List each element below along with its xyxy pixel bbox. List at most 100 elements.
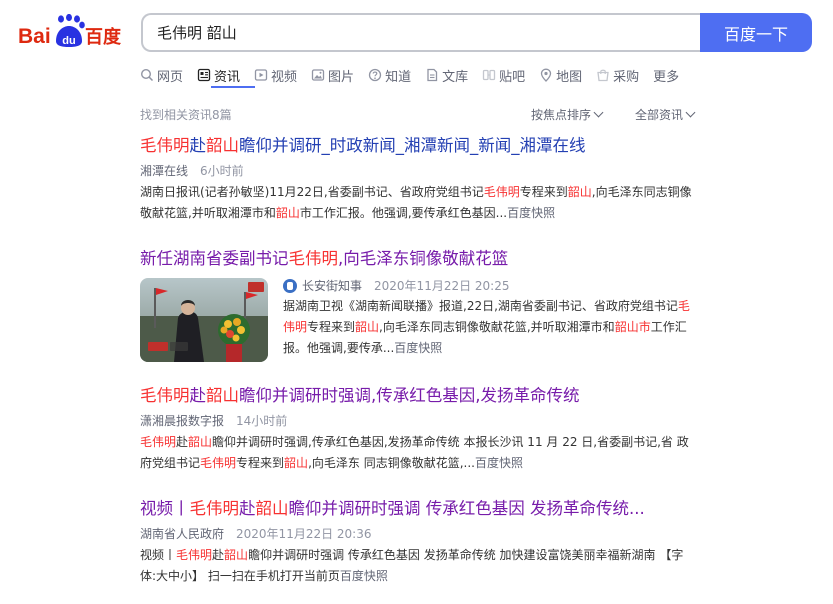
tab-tieba[interactable]: 贴吧 [482, 66, 525, 85]
title-text: 赴 [189, 386, 207, 405]
abstract-text: 专程来到 [519, 185, 568, 199]
filter-dropdown[interactable]: 全部资讯 [635, 106, 696, 123]
abstract-text: 赴 [212, 548, 225, 562]
kuaizhao-link[interactable]: 百度快照 [507, 206, 555, 220]
tab-more[interactable]: 更多 [653, 66, 679, 85]
search-input[interactable] [143, 15, 702, 50]
question-icon [368, 68, 382, 82]
abstract-text: 视频丨 [140, 548, 177, 562]
sort-label: 按焦点排序 [531, 108, 592, 122]
kuaizhao-link[interactable]: 百度快照 [340, 569, 388, 583]
abstract-text: ,向毛泽东 同志铜像敬献花篮,... [308, 456, 475, 470]
tab-video[interactable]: 视频 [254, 66, 297, 85]
source-avatar [283, 279, 297, 293]
paw-icon: du [56, 14, 85, 47]
result-count: 找到相关资讯8篇 [140, 108, 232, 122]
tab-label: 文库 [442, 69, 469, 85]
news-icon [197, 68, 211, 82]
source-name[interactable]: 长安街知事 [302, 278, 362, 294]
result-time: 2020年11月22日 20:36 [236, 527, 372, 541]
shopping-icon [597, 69, 609, 82]
abstract-text: 专程来到 [236, 456, 285, 470]
result-time: 14小时前 [236, 414, 288, 428]
chevron-down-icon [685, 107, 696, 118]
tab-label: 贴吧 [499, 69, 526, 85]
result-time: 6小时前 [200, 164, 244, 178]
result-time: 2020年11月22日 20:25 [374, 279, 510, 293]
result-abstract: 毛伟明赴韶山瞻仰并调研时强调,传承红色基因,发扬革命传统 本报长沙讯 11 月 … [140, 432, 698, 474]
source-name[interactable]: 湘潭在线 [140, 164, 188, 178]
abstract-highlight: 韶山 [188, 435, 213, 449]
tab-wenku[interactable]: 文库 [425, 66, 468, 85]
search-result: 毛伟明赴韶山瞻仰并调研时强调,传承红色基因,发扬革命传统 潇湘晨报数字报 14小时… [140, 385, 700, 474]
search-result: 视频丨毛伟明赴韶山瞻仰并调研时强调 传承红色基因 发扬革命传统... 湖南省人民… [140, 498, 700, 587]
video-icon [254, 69, 268, 81]
active-tab-indicator [211, 86, 255, 88]
tab-images[interactable]: 图片 [311, 66, 354, 85]
search-box[interactable] [141, 13, 702, 52]
result-title-link[interactable]: 视频丨毛伟明赴韶山瞻仰并调研时强调 传承红色基因 发扬革命传统... [140, 498, 700, 520]
abstract-highlight: 毛伟明 [176, 548, 213, 562]
filter-label: 全部资讯 [635, 108, 684, 122]
abstract-highlight: 韶山 [355, 320, 380, 334]
search-result: 新任湖南省委副书记毛伟明,向毛泽东铜像敬献花篮 长安街知事 2020年11月22日… [140, 248, 700, 362]
abstract-highlight: 韶山 [284, 456, 309, 470]
result-title-link[interactable]: 新任湖南省委副书记毛伟明,向毛泽东铜像敬献花篮 [140, 248, 700, 270]
result-abstract: 视频丨毛伟明赴韶山瞻仰并调研时强调 传承红色基因 发扬革命传统 加快建设富饶美丽… [140, 545, 698, 587]
title-text: ,向毛泽东铜像敬献花篮 [338, 249, 509, 268]
abstract-text: 专程来到 [307, 320, 356, 334]
forum-icon [482, 69, 496, 81]
abstract-highlight: 韶山 [275, 206, 300, 220]
title-text: 赴 [239, 499, 256, 518]
result-title-link[interactable]: 毛伟明赴韶山瞻仰并调研时强调,传承红色基因,发扬革命传统 [140, 385, 700, 407]
abstract-highlight: 毛伟明 [200, 456, 237, 470]
tab-label: 地图 [556, 69, 583, 85]
search-button[interactable]: 百度一下 [700, 13, 812, 52]
sort-dropdown[interactable]: 按焦点排序 [531, 106, 604, 123]
tab-label: 更多 [653, 69, 680, 85]
tab-label: 知道 [385, 69, 412, 85]
search-result: 毛伟明赴韶山瞻仰并调研_时政新闻_湘潭新闻_新闻_湘潭在线 湘潭在线 6小时前 湖… [140, 135, 700, 224]
title-text: 视频丨 [140, 499, 190, 518]
title-text: 瞻仰并调研时强调 传承红色基因 发扬革命传统... [288, 499, 645, 518]
title-text: 瞻仰并调研时强调,传承红色基因,发扬革命传统 [239, 386, 580, 405]
chevron-down-icon [593, 107, 604, 118]
title-highlight: 毛伟明 [288, 249, 339, 268]
result-abstract: 湖南日报讯(记者孙敏坚)11月22日,省委副书记、省政府党组书记毛伟明专程来到韶… [140, 182, 698, 224]
tab-map[interactable]: 地图 [539, 66, 582, 85]
result-source: 湘潭在线 6小时前 [140, 163, 700, 179]
image-icon [311, 69, 325, 81]
logo-text-du: du [62, 35, 75, 47]
result-thumbnail[interactable] [140, 278, 268, 362]
tab-label: 视频 [271, 69, 298, 85]
source-name[interactable]: 潇湘晨报数字报 [140, 414, 224, 428]
tab-label: 采购 [613, 69, 640, 85]
abstract-text: ,向毛泽东同志铜像敬献花篮,并听取湘潭市和 [379, 320, 615, 334]
tab-bar: 网页 资讯 视频 图片 知道 文库 贴吧 地图 采购 更多 [140, 64, 693, 86]
abstract-highlight: 韶山 [224, 548, 249, 562]
search-icon [140, 68, 154, 82]
title-highlight: 毛伟明 [140, 136, 190, 155]
title-highlight: 韶山 [255, 499, 289, 518]
abstract-highlight: 韶山市 [614, 320, 651, 334]
source-name[interactable]: 湖南省人民政府 [140, 527, 224, 541]
abstract-highlight: 毛伟明 [140, 435, 177, 449]
title-highlight: 毛伟明 [189, 499, 240, 518]
abstract-text: 市工作汇报。他强调,要传承红色基因... [299, 206, 508, 220]
tab-caigou[interactable]: 采购 [596, 66, 639, 85]
title-highlight: 毛伟明 [140, 386, 190, 405]
map-pin-icon [540, 68, 552, 82]
kuaizhao-link[interactable]: 百度快照 [394, 341, 442, 355]
abstract-text: 据湖南卫视《湖南新闻联播》报道,22日,湖南省委副书记、省政府党组书记 [283, 299, 678, 313]
result-title-link[interactable]: 毛伟明赴韶山瞻仰并调研_时政新闻_湘潭新闻_新闻_湘潭在线 [140, 135, 700, 157]
kuaizhao-link[interactable]: 百度快照 [475, 456, 523, 470]
baidu-logo[interactable]: Bai du 百度 [18, 14, 128, 50]
title-highlight: 韶山 [206, 136, 239, 155]
tab-news[interactable]: 资讯 [197, 66, 240, 85]
tab-web[interactable]: 网页 [140, 66, 183, 85]
tab-zhidao[interactable]: 知道 [368, 66, 411, 85]
logo-text-bai: Bai [18, 25, 51, 48]
abstract-text: 湖南日报讯(记者孙敏坚)11月22日,省委副书记、省政府党组书记 [140, 185, 484, 199]
document-icon [427, 68, 438, 82]
logo-text-baidu: 百度 [85, 26, 122, 48]
